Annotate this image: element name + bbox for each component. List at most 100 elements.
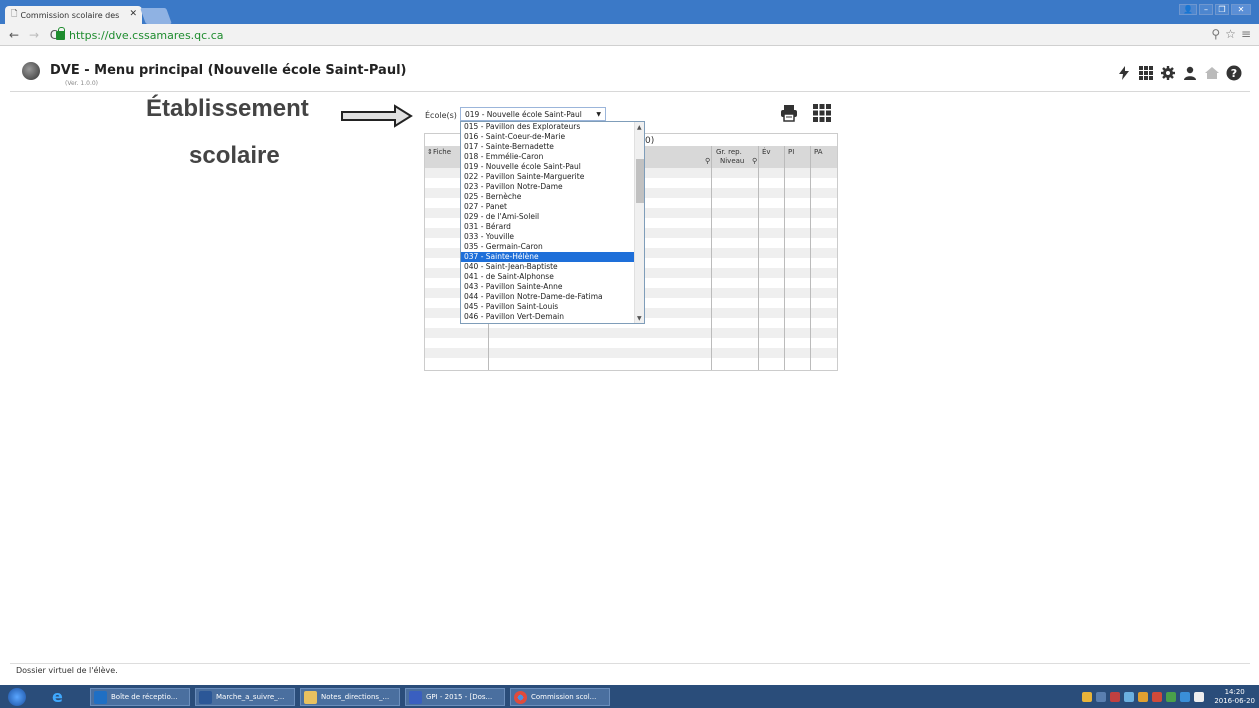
- help-icon[interactable]: ?: [1226, 65, 1242, 81]
- tray-icon[interactable]: [1110, 692, 1121, 702]
- close-window-button[interactable]: ✕: [1231, 4, 1251, 15]
- ecole-option[interactable]: 022 - Pavillon Sainte-Marguerite: [461, 172, 644, 182]
- restore-button[interactable]: ❐: [1215, 4, 1229, 15]
- menu-icon[interactable]: ≡: [1241, 27, 1251, 41]
- search-icon[interactable]: ⚲: [705, 157, 710, 165]
- col-niveau[interactable]: Niveau: [720, 157, 744, 165]
- scroll-down-icon[interactable]: ▼: [637, 315, 642, 322]
- column-divider: [784, 146, 785, 370]
- home-icon[interactable]: [1204, 65, 1220, 81]
- table-row[interactable]: [425, 328, 837, 338]
- search-icon[interactable]: ⚲: [752, 157, 757, 165]
- status-bar: Dossier virtuel de l'élève.: [10, 663, 1250, 677]
- url-text: https://dve.cssamares.qc.ca: [69, 29, 224, 42]
- user-icon[interactable]: [1182, 65, 1198, 81]
- taskbar-folder[interactable]: Notes_directions_...: [300, 688, 400, 706]
- start-button[interactable]: [8, 688, 26, 706]
- ecole-option[interactable]: 035 - Germain-Caron: [461, 242, 644, 252]
- network-icon[interactable]: [1194, 692, 1205, 702]
- app-version: (Ver. 1.0.0): [65, 80, 99, 87]
- close-tab-icon[interactable]: ✕: [129, 9, 137, 19]
- annotation-line1: Établissement: [146, 95, 309, 122]
- ecole-option[interactable]: 043 - Pavillon Sainte-Anne: [461, 282, 644, 292]
- gpi-icon: [409, 690, 422, 704]
- toolbar-right: ⚲ ☆ ≡: [1211, 27, 1251, 41]
- tray-icon[interactable]: [1180, 692, 1191, 702]
- col-fiche[interactable]: Fiche: [433, 148, 451, 156]
- table-row[interactable]: [425, 358, 837, 368]
- address-bar[interactable]: https://dve.cssamares.qc.ca: [56, 27, 1201, 44]
- browser-toolbar: ← → C https://dve.cssamares.qc.ca ⚲ ☆ ≡: [0, 24, 1259, 46]
- annotation-line2: scolaire: [189, 142, 280, 169]
- dropdown-scrollbar[interactable]: ▲ ▼: [634, 122, 644, 323]
- word-icon: [199, 690, 212, 704]
- browser-tab[interactable]: 🗋 Commission scolaire des ✕: [5, 6, 142, 24]
- ecole-option[interactable]: 027 - Panet: [461, 202, 644, 212]
- ecole-option[interactable]: 044 - Pavillon Notre-Dame-de-Fatima: [461, 292, 644, 302]
- taskbar-outlook[interactable]: Boîte de réceptio...: [90, 688, 190, 706]
- app-title: DVE - Menu principal (Nouvelle école Sai…: [50, 63, 407, 78]
- ecole-option[interactable]: 025 - Bernèche: [461, 192, 644, 202]
- minimize-button[interactable]: –: [1199, 4, 1213, 15]
- ecole-option[interactable]: 029 - de l'Ami-Soleil: [461, 212, 644, 222]
- extension-icon[interactable]: ⚲: [1211, 27, 1220, 41]
- tray-icon[interactable]: [1124, 692, 1135, 702]
- column-divider: [758, 146, 759, 370]
- print-icon[interactable]: [780, 104, 798, 122]
- ecole-option[interactable]: 031 - Bérard: [461, 222, 644, 232]
- column-divider: [711, 146, 712, 370]
- system-tray: 14:20 2016-06-20: [1082, 688, 1255, 706]
- ecole-option[interactable]: 046 - Pavillon Vert-Demain: [461, 312, 644, 322]
- tray-icon[interactable]: [1166, 692, 1177, 702]
- forward-icon[interactable]: →: [28, 28, 40, 42]
- clock[interactable]: 14:20 2016-06-20: [1214, 688, 1255, 706]
- ecole-option[interactable]: 015 - Pavillon des Explorateurs: [461, 122, 644, 132]
- scroll-up-icon[interactable]: ▲: [637, 124, 642, 131]
- ecole-select[interactable]: 019 - Nouvelle école Saint-Paul ▼: [460, 107, 606, 121]
- ecole-option[interactable]: 045 - Pavillon Saint-Louis: [461, 302, 644, 312]
- ecole-option[interactable]: 017 - Sainte-Bernadette: [461, 142, 644, 152]
- ecole-option[interactable]: 033 - Youville: [461, 232, 644, 242]
- gear-icon[interactable]: [1160, 65, 1176, 81]
- svg-text:?: ?: [1231, 67, 1237, 80]
- dropdown-arrow-icon: ▼: [596, 110, 601, 118]
- taskbar-gpi[interactable]: GPI - 2015 - [Dos...: [405, 688, 505, 706]
- tray-icon[interactable]: [1138, 692, 1149, 702]
- col-ev[interactable]: Év: [762, 148, 771, 156]
- table-row[interactable]: [425, 348, 837, 358]
- tray-icon[interactable]: [1152, 692, 1163, 702]
- ecole-option[interactable]: 019 - Nouvelle école Saint-Paul: [461, 162, 644, 172]
- ecole-option[interactable]: 037 - Sainte-Hélène: [461, 252, 644, 262]
- tray-icon[interactable]: [1096, 692, 1107, 702]
- lightning-icon[interactable]: [1116, 65, 1132, 81]
- ecole-dropdown-list[interactable]: 015 - Pavillon des Explorateurs 016 - Sai…: [460, 121, 645, 324]
- grid-icon[interactable]: [1138, 65, 1154, 81]
- table-row[interactable]: [425, 338, 837, 348]
- bookmark-star-icon[interactable]: ☆: [1225, 27, 1236, 41]
- ecole-option[interactable]: 018 - Emmélie-Caron: [461, 152, 644, 162]
- app-header: DVE - Menu principal (Nouvelle école Sai…: [10, 57, 1250, 92]
- internet-explorer-icon[interactable]: e: [52, 688, 72, 706]
- ecole-option[interactable]: 040 - Saint-Jean-Baptiste: [461, 262, 644, 272]
- user-icon[interactable]: 👤: [1179, 4, 1197, 15]
- lock-icon: [56, 27, 65, 40]
- col-pi[interactable]: PI: [788, 148, 794, 156]
- outlook-icon: [94, 690, 107, 704]
- arrow-right-icon: [341, 104, 413, 128]
- tray-icon[interactable]: [1082, 692, 1093, 702]
- new-tab-button[interactable]: [140, 8, 172, 24]
- ecole-selected-value: 019 - Nouvelle école Saint-Paul: [465, 109, 582, 119]
- app-logo: [22, 62, 40, 80]
- ecole-option[interactable]: 041 - de Saint-Alphonse: [461, 272, 644, 282]
- option-list: 015 - Pavillon des Explorateurs 016 - Sai…: [461, 122, 644, 322]
- ecole-option[interactable]: 023 - Pavillon Notre-Dame: [461, 182, 644, 192]
- col-gr-rep[interactable]: Gr. rep.: [716, 148, 742, 156]
- taskbar-chrome[interactable]: Commission scol...: [510, 688, 610, 706]
- grid-icon[interactable]: [812, 103, 832, 123]
- col-pa[interactable]: PA: [814, 148, 823, 156]
- folder-icon: [304, 690, 317, 704]
- taskbar-word[interactable]: Marche_a_suivre_...: [195, 688, 295, 706]
- back-icon[interactable]: ←: [8, 28, 20, 42]
- ecole-option[interactable]: 016 - Saint-Coeur-de-Marie: [461, 132, 644, 142]
- scroll-thumb[interactable]: [636, 159, 644, 203]
